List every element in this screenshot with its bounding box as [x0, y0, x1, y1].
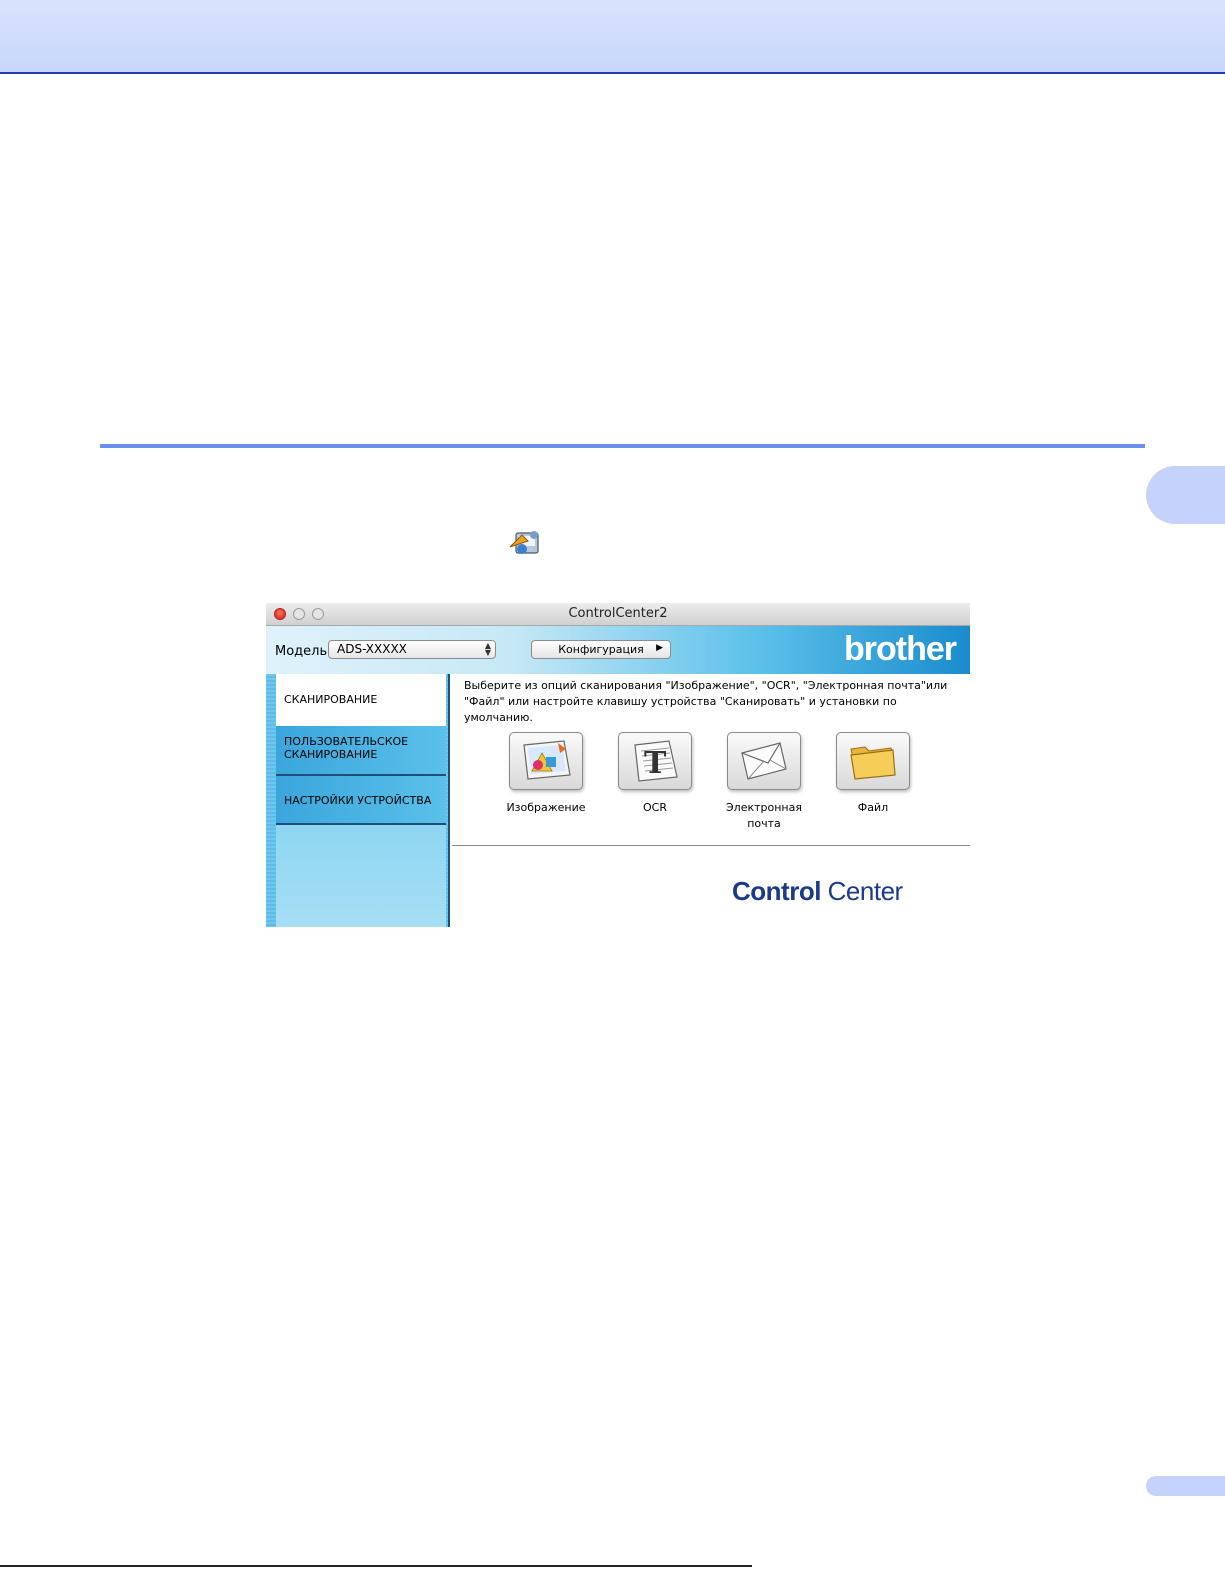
scan-image-label: Изображение: [506, 801, 586, 814]
footer-divider: [0, 1565, 752, 1567]
play-arrow-icon: ▶: [656, 643, 663, 653]
scan-email-label-line: Электронная: [726, 801, 802, 814]
window-title: ControlCenter2: [568, 606, 668, 621]
sidebar-item-label: СКАНИРОВАНИЕ: [284, 748, 378, 761]
logo-text-bold: Control: [732, 876, 821, 906]
sidebar-background: [276, 825, 446, 927]
scan-description: Выберите из опций сканирования "Изображе…: [464, 678, 954, 726]
model-label: Модель: [275, 644, 328, 659]
description-line: умолчанию.: [464, 711, 533, 724]
chapter-tab: [1146, 466, 1225, 524]
sidebar-item-label: ПОЛЬЗОВАТЕЛЬСКОЕ: [284, 735, 409, 748]
email-icon: [741, 742, 787, 780]
logo-text-regular: Center: [820, 876, 904, 906]
window-header: Модель ADS-XXXXX ▲ ▼ Конфигурация ▶ broth…: [266, 626, 970, 674]
controlcenter-dock-icon: [508, 527, 544, 557]
description-line: "Файл" или настройте клавишу устройства …: [464, 695, 897, 708]
scan-ocr-icon-box[interactable]: T: [618, 732, 692, 790]
scan-email-icon-box[interactable]: [727, 732, 801, 790]
sidebar: СКАНИРОВАНИЕ ПОЛЬЗОВАТЕЛЬСКОЕ СКАНИРОВАН…: [266, 674, 450, 927]
description-line: Выберите из опций сканирования "Изображе…: [464, 679, 948, 692]
ocr-icon: T: [634, 740, 678, 782]
sidebar-item-label: СКАНИРОВАНИЕ: [284, 693, 378, 706]
scan-email-label-line: почта: [747, 817, 781, 830]
scan-file-button[interactable]: Файл: [819, 732, 927, 816]
image-icon: [523, 740, 571, 780]
scan-ocr-button[interactable]: T OCR: [601, 732, 709, 816]
content-divider: [452, 845, 970, 846]
folder-icon: [850, 746, 896, 780]
configuration-button-label: Конфигурация: [558, 643, 644, 656]
scan-ocr-label: OCR: [643, 801, 667, 814]
sidebar-item-custom-scan[interactable]: ПОЛЬЗОВАТЕЛЬСКОЕ СКАНИРОВАНИЕ: [276, 726, 446, 776]
window-titlebar[interactable]: ControlCenter2: [266, 603, 970, 626]
sidebar-item-device-settings[interactable]: НАСТРОЙКИ УСТРОЙСТВА: [276, 776, 446, 825]
page-number-tab: [1146, 1476, 1225, 1496]
scan-image-icon-box[interactable]: [509, 732, 583, 790]
scan-file-icon-box[interactable]: [836, 732, 910, 790]
scan-file-label: Файл: [857, 801, 889, 814]
scan-email-label: Электронная почта: [710, 800, 818, 832]
model-select-value: ADS-XXXXX: [337, 642, 407, 656]
page-header-band: [0, 0, 1225, 74]
model-select[interactable]: ADS-XXXXX ▲ ▼: [328, 640, 496, 659]
brother-logo: brother: [844, 630, 957, 668]
controlcenter-window: ControlCenter2 Модель ADS-XXXXX ▲ ▼ Конфи…: [266, 603, 970, 927]
select-arrows-icon: ▲ ▼: [484, 641, 491, 657]
sidebar-item-label: НАСТРОЙКИ УСТРОЙСТВА: [284, 794, 432, 807]
configuration-button[interactable]: Конфигурация ▶: [531, 640, 671, 659]
section-divider: [100, 444, 1145, 448]
scan-image-button[interactable]: Изображение: [492, 732, 600, 816]
control-center-logo: Control Center: [732, 876, 903, 907]
sidebar-item-scan[interactable]: СКАНИРОВАНИЕ: [276, 674, 446, 726]
svg-text:T: T: [644, 746, 667, 781]
scan-email-button[interactable]: Электронная почта: [710, 732, 818, 832]
